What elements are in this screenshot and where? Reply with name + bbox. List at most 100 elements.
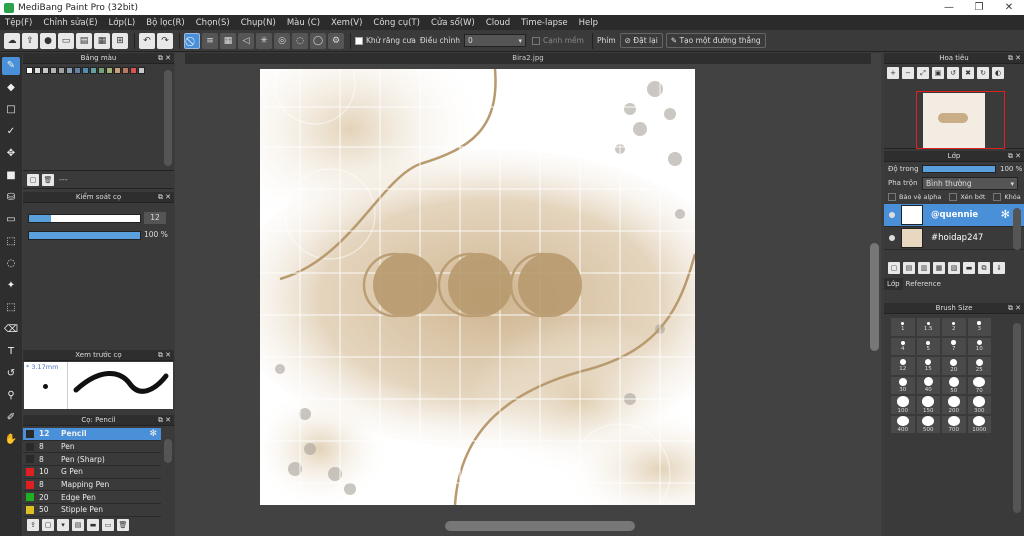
- blend-select[interactable]: Bình thường: [922, 176, 1018, 190]
- cloud-icon[interactable]: ☁: [4, 32, 20, 49]
- color-swatch[interactable]: [98, 67, 105, 74]
- delete-brush-icon[interactable]: 🗑: [117, 519, 129, 531]
- hand-tool-icon[interactable]: ✋: [2, 431, 20, 449]
- close-button[interactable]: ✕: [994, 0, 1024, 15]
- color-swatch[interactable]: [66, 67, 73, 74]
- menu-view[interactable]: Xem(V): [331, 18, 362, 28]
- brush-size-cell[interactable]: 150: [915, 395, 941, 415]
- layer-settings-icon[interactable]: ✻: [1001, 208, 1010, 221]
- pen-tool-icon[interactable]: ✎: [2, 57, 20, 75]
- snap-curve-icon[interactable]: ◌: [292, 32, 308, 49]
- color-swatch[interactable]: [74, 67, 81, 74]
- flip-icon[interactable]: ✖: [962, 67, 974, 79]
- brush-size-cell[interactable]: 1000: [966, 414, 992, 434]
- minimize-button[interactable]: —: [934, 0, 964, 15]
- copy-layer-icon[interactable]: ⧉: [978, 262, 990, 274]
- brush-size-cell[interactable]: 30: [890, 375, 916, 395]
- select-tool-icon[interactable]: ⬚: [2, 233, 20, 251]
- brush-folder-icon[interactable]: ▬: [87, 519, 99, 531]
- navigator-viewport[interactable]: [916, 91, 1005, 149]
- panel-close-icon[interactable]: ⧉ ✕: [1008, 151, 1021, 162]
- eye-icon[interactable]: [889, 212, 895, 218]
- panel-close-icon[interactable]: ⧉ ✕: [158, 192, 171, 203]
- brush-item[interactable]: 8 Pen: [23, 441, 161, 454]
- lasso-tool-icon[interactable]: ◌: [2, 255, 20, 273]
- snap-radial-icon[interactable]: ✳: [256, 32, 272, 49]
- color-swatch[interactable]: [106, 67, 113, 74]
- new-palette-icon[interactable]: ▢: [27, 173, 39, 186]
- new-1bit-layer-icon[interactable]: ▦: [933, 262, 945, 274]
- document-icon[interactable]: ▦: [94, 32, 110, 49]
- brush-item[interactable]: 10 G Pen: [23, 466, 161, 479]
- select-eraser-tool-icon[interactable]: ⌫: [2, 321, 20, 339]
- redo-icon[interactable]: ↷: [157, 32, 173, 49]
- color-swatch[interactable]: [34, 67, 41, 74]
- create-line-button[interactable]: ✎ Tạo một đường thẳng: [665, 33, 766, 48]
- tab-reference[interactable]: Reference: [903, 278, 944, 290]
- color-swatch[interactable]: [138, 67, 145, 74]
- delete-palette-icon[interactable]: 🗑: [42, 173, 54, 186]
- layer-item[interactable]: @quennie ✻: [884, 204, 1024, 227]
- undo-icon[interactable]: ↶: [139, 32, 155, 49]
- brush-settings-icon[interactable]: ✻: [149, 429, 157, 439]
- cloud-brush-icon[interactable]: ⇪: [27, 519, 39, 531]
- brush-size-cell[interactable]: 25: [966, 356, 992, 376]
- clipping-checkbox[interactable]: [949, 193, 958, 201]
- brush-size-cell[interactable]: 70: [966, 375, 992, 395]
- merge-layer-icon[interactable]: ⇓: [993, 262, 1005, 274]
- brush-size-cell[interactable]: 3: [966, 317, 992, 337]
- menu-tools[interactable]: Công cụ(T): [373, 18, 420, 28]
- menu-window[interactable]: Cửa sổ(W): [431, 18, 475, 28]
- maximize-button[interactable]: ❐: [964, 0, 994, 15]
- brush-folder-open-icon[interactable]: ▭: [102, 519, 114, 531]
- panel-close-icon[interactable]: ⧉ ✕: [158, 415, 171, 426]
- open-file-icon[interactable]: ⇪: [22, 32, 38, 49]
- antialias-checkbox[interactable]: Khử răng cưa: [355, 36, 416, 45]
- lock-checkbox[interactable]: [993, 193, 1002, 201]
- layer-scrollbar[interactable]: [1013, 208, 1021, 250]
- shape-tool-icon[interactable]: □: [2, 101, 20, 119]
- fit-icon[interactable]: ⤢: [917, 67, 929, 79]
- brush-size-cell[interactable]: 1.5: [915, 317, 941, 337]
- fill-rect-tool-icon[interactable]: ■: [2, 167, 20, 185]
- menu-layer[interactable]: Lớp(L): [109, 18, 136, 28]
- add-brush-icon[interactable]: ▢: [42, 519, 54, 531]
- color-swatch[interactable]: [90, 67, 97, 74]
- canvas-vertical-scrollbar[interactable]: [870, 243, 879, 351]
- menu-color[interactable]: Màu (C): [287, 18, 320, 28]
- brush-size-cell[interactable]: 200: [941, 395, 967, 415]
- move-tool-icon[interactable]: ✥: [2, 145, 20, 163]
- divide-tool-icon[interactable]: ✐: [2, 409, 20, 427]
- actual-size-icon[interactable]: ▣: [932, 67, 944, 79]
- brush-size-scrollbar[interactable]: [1013, 323, 1021, 513]
- new-halftone-layer-icon[interactable]: ▤: [903, 262, 915, 274]
- brush-size-cell[interactable]: 400: [890, 414, 916, 434]
- brush-size-cell[interactable]: 7: [941, 336, 967, 356]
- bucket-tool-icon[interactable]: ⛁: [2, 189, 20, 207]
- snap-settings-icon[interactable]: ⚙: [328, 32, 344, 49]
- color-swatch[interactable]: [122, 67, 129, 74]
- document-canvas[interactable]: [260, 69, 695, 505]
- brush-size-cell[interactable]: 100: [890, 395, 916, 415]
- reset-view-icon[interactable]: ◐: [992, 67, 1004, 79]
- smooth-edge-checkbox[interactable]: Cạnh mềm: [532, 36, 584, 45]
- snap-parallel-icon[interactable]: ≡: [202, 32, 218, 49]
- color-swatch[interactable]: [42, 67, 49, 74]
- snap-vanish-icon[interactable]: ◁: [238, 32, 254, 49]
- palette-scrollbar[interactable]: [164, 70, 172, 166]
- color-swatch[interactable]: [114, 67, 121, 74]
- menu-snap[interactable]: Chụp(N): [241, 18, 276, 28]
- panel-close-icon[interactable]: ⧉ ✕: [158, 350, 171, 361]
- brush-item[interactable]: 20 Edge Pen: [23, 491, 161, 505]
- brush-size-cell[interactable]: 4: [890, 336, 916, 356]
- opacity-slider[interactable]: [28, 231, 141, 240]
- brush-item[interactable]: 12 Pencil ✻: [23, 428, 161, 441]
- canvas-horizontal-scrollbar[interactable]: [445, 521, 635, 531]
- brush-size-cell[interactable]: 20: [941, 356, 967, 376]
- panel-close-icon[interactable]: ⧉ ✕: [1008, 53, 1021, 64]
- brush-item[interactable]: 50 Stipple Pen: [23, 504, 161, 517]
- menu-select[interactable]: Chọn(S): [196, 18, 230, 28]
- adjust-select[interactable]: 0: [464, 34, 526, 47]
- gradient-tool-icon[interactable]: ▭: [2, 211, 20, 229]
- layer-opacity-slider[interactable]: [922, 165, 996, 173]
